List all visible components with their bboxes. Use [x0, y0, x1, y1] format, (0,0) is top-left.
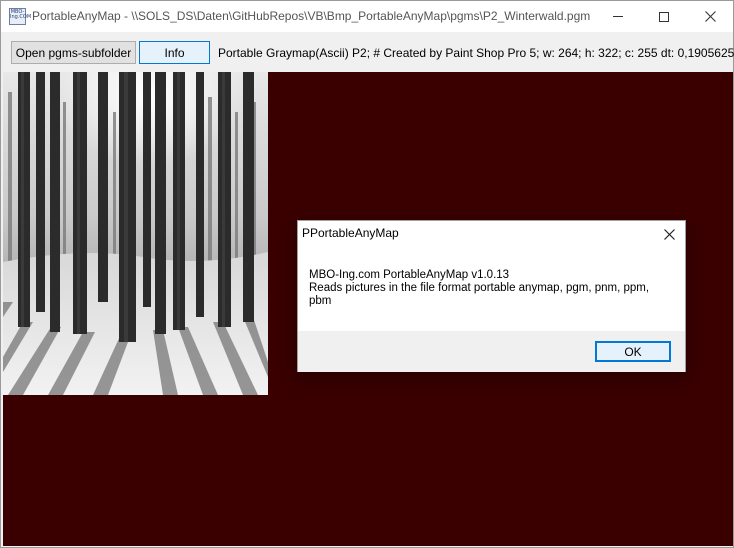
dialog-message: MBO-Ing.com PortableAnyMap v1.0.13 Reads… — [309, 269, 669, 308]
dialog-title: PPortableAnyMap — [302, 226, 399, 240]
winter-forest-photo — [3, 72, 268, 395]
image-status-text: Portable Graymap(Ascii) P2; # Created by… — [218, 46, 734, 60]
toolbar: Open pgms-subfolder Info Portable Grayma… — [1, 32, 734, 72]
ok-button[interactable]: OK — [595, 341, 671, 362]
app-window: MBO-Ing.COM PortableAnyMap - \\SOLS_DS\D… — [0, 0, 734, 548]
minimize-button[interactable] — [595, 1, 641, 32]
title-bar[interactable]: MBO-Ing.COM PortableAnyMap - \\SOLS_DS\D… — [1, 1, 733, 32]
minimize-icon — [613, 16, 623, 17]
dialog-footer: OK — [298, 331, 685, 372]
open-pgms-subfolder-button[interactable]: Open pgms-subfolder — [11, 41, 136, 64]
winter-forest-image — [3, 72, 268, 395]
close-icon — [704, 11, 716, 22]
dialog-close-button[interactable] — [659, 224, 679, 244]
maximize-icon — [659, 11, 669, 22]
close-button[interactable] — [687, 1, 733, 32]
dialog-message-line-2: Reads pictures in the file format portab… — [309, 282, 650, 307]
dialog-message-line-1: MBO-Ing.com PortableAnyMap v1.0.13 — [309, 269, 510, 281]
window-title: PortableAnyMap - \\SOLS_DS\Daten\GitHubR… — [32, 9, 591, 23]
close-icon — [663, 228, 675, 240]
maximize-button[interactable] — [641, 1, 687, 32]
app-logo-icon: MBO-Ing.COM — [9, 8, 31, 25]
info-button[interactable]: Info — [139, 41, 210, 64]
about-dialog: PPortableAnyMap MBO-Ing.com PortableAnyM… — [297, 220, 686, 372]
